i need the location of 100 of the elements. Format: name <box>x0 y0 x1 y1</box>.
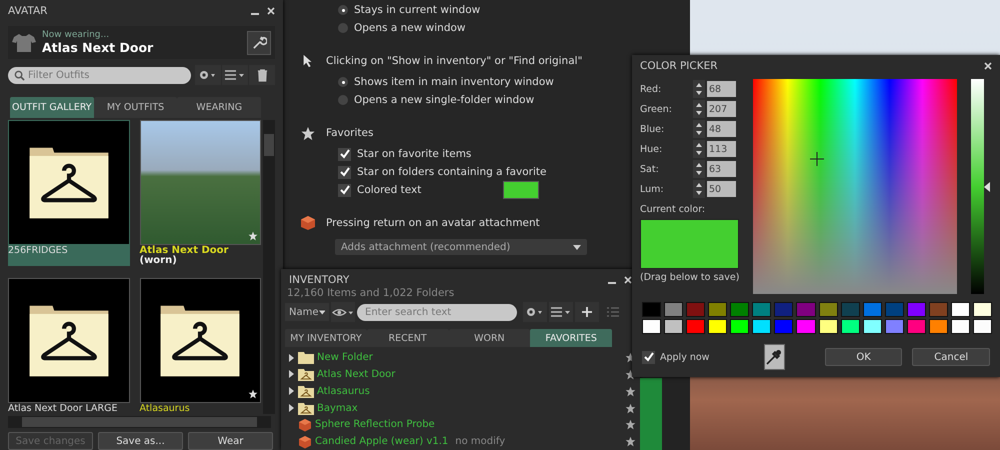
color-swatch[interactable] <box>818 302 838 317</box>
section-heading: Pressing return on an avatar attachment <box>326 217 540 229</box>
color-swatch[interactable] <box>708 302 728 317</box>
color-swatch[interactable] <box>862 302 882 317</box>
color-swatch[interactable] <box>972 319 992 334</box>
color-swatch[interactable] <box>730 302 750 317</box>
close-icon[interactable] <box>267 7 275 15</box>
trash-button[interactable] <box>249 65 275 86</box>
spinner-arrows[interactable] <box>693 80 705 98</box>
color-swatch[interactable] <box>840 302 860 317</box>
item-name[interactable]: Atlasaurus <box>317 386 370 397</box>
color-swatch[interactable] <box>950 302 970 317</box>
color-swatch[interactable] <box>906 302 926 317</box>
list-icon <box>550 306 572 318</box>
color-swatch[interactable] <box>796 319 816 334</box>
checkbox[interactable] <box>338 166 351 178</box>
color-swatch[interactable] <box>686 319 706 334</box>
dialog-button[interactable]: OK <box>824 348 902 366</box>
checkbox[interactable] <box>642 350 655 364</box>
value-field[interactable]: 113 <box>707 141 736 157</box>
sort-dropdown[interactable]: Name <box>285 303 329 321</box>
color-swatch[interactable] <box>796 302 816 317</box>
action-button[interactable]: Wear <box>188 432 273 450</box>
item-name[interactable]: Atlas Next Door <box>317 368 396 380</box>
tab[interactable]: MY OUTFITS <box>94 97 178 118</box>
filter-outfits-field[interactable]: Filter Outfits <box>8 66 191 84</box>
luminance-slider[interactable] <box>971 79 990 294</box>
color-swatch[interactable] <box>884 319 904 334</box>
radio-button[interactable] <box>338 95 348 105</box>
attachment-dropdown[interactable]: Adds attachment (recommended) <box>335 239 587 255</box>
view-menu-button[interactable] <box>222 65 248 86</box>
spinner-arrows[interactable] <box>693 180 705 198</box>
color-spectrum[interactable] <box>753 79 958 294</box>
value-field[interactable]: 48 <box>707 121 736 137</box>
tab[interactable]: FAVORITES <box>530 329 612 348</box>
value-field[interactable]: 50 <box>707 181 736 197</box>
spinner-arrows[interactable] <box>693 160 705 178</box>
color-swatch[interactable] <box>950 319 970 334</box>
value-field[interactable]: 63 <box>707 161 736 177</box>
tab[interactable]: MY INVENTORY <box>285 329 367 348</box>
tab[interactable]: OUTFIT GALLERY <box>10 97 94 118</box>
item-name[interactable]: Candied Apple (wear) v1.1 <box>315 436 448 448</box>
color-swatch[interactable] <box>928 302 948 317</box>
value-field[interactable]: 207 <box>707 101 736 117</box>
color-swatch[interactable] <box>642 319 662 334</box>
tab[interactable]: RECENT <box>366 329 448 348</box>
color-swatch[interactable] <box>664 319 684 334</box>
horizontal-scrollbar[interactable] <box>8 416 271 428</box>
color-swatch[interactable] <box>928 319 948 334</box>
item-name[interactable]: New Folder <box>317 352 373 364</box>
color-swatch[interactable] <box>972 302 992 317</box>
add-button[interactable] <box>575 302 599 322</box>
checkbox[interactable] <box>338 184 351 196</box>
tab[interactable]: WEARING <box>177 97 262 118</box>
vertical-scrollbar[interactable] <box>263 120 275 414</box>
color-swatch[interactable] <box>730 319 750 334</box>
item-name[interactable]: Sphere Reflection Probe <box>315 419 435 430</box>
edit-outfit-button[interactable] <box>247 30 271 55</box>
spinner-arrows[interactable] <box>693 120 705 138</box>
expand-arrow-icon[interactable] <box>289 370 294 378</box>
cube-icon <box>298 434 312 449</box>
color-swatch[interactable] <box>774 319 794 334</box>
color-swatch[interactable] <box>708 319 728 334</box>
color-swatch[interactable] <box>752 319 772 334</box>
dialog-button[interactable]: Cancel <box>912 348 990 366</box>
color-swatch[interactable] <box>840 319 860 334</box>
radio-button[interactable] <box>338 77 348 87</box>
color-swatch[interactable] <box>818 319 838 334</box>
crosshair-icon[interactable] <box>810 152 824 166</box>
close-icon[interactable] <box>624 276 632 284</box>
checkbox[interactable] <box>338 148 351 160</box>
color-swatch[interactable] <box>862 319 882 334</box>
view-menu-button[interactable] <box>549 302 573 322</box>
action-button[interactable]: Save as... <box>98 432 183 450</box>
color-swatch[interactable] <box>884 302 904 317</box>
color-swatch[interactable] <box>686 302 706 317</box>
eyedropper-button[interactable] <box>764 344 785 370</box>
inventory-search-field[interactable]: Enter search text <box>357 304 517 320</box>
settings-menu-button[interactable] <box>195 65 221 86</box>
radio-button[interactable] <box>338 5 348 15</box>
color-swatch[interactable] <box>752 302 772 317</box>
spinner-arrows[interactable] <box>693 100 705 118</box>
color-swatch[interactable] <box>664 302 684 317</box>
tab[interactable]: WORN <box>448 329 530 348</box>
item-name[interactable]: Baymax <box>317 402 358 414</box>
expand-arrow-icon[interactable] <box>289 354 294 362</box>
color-swatch[interactable] <box>774 302 794 317</box>
outfit-folder-icon <box>298 384 314 398</box>
expand-arrow-icon[interactable] <box>289 387 294 396</box>
value-field[interactable]: 68 <box>707 81 736 97</box>
radio-button[interactable] <box>338 23 348 33</box>
color-swatch[interactable] <box>906 319 926 334</box>
outfit-tile[interactable]: 256FRIDGES <box>8 120 130 266</box>
eye-menu-button[interactable] <box>331 302 355 322</box>
expand-arrow-icon[interactable] <box>289 404 294 412</box>
settings-menu-button[interactable] <box>523 302 547 322</box>
color-swatch[interactable] <box>503 181 539 199</box>
color-swatch[interactable] <box>642 302 662 317</box>
close-icon[interactable] <box>984 62 992 70</box>
spinner-arrows[interactable] <box>693 140 705 158</box>
